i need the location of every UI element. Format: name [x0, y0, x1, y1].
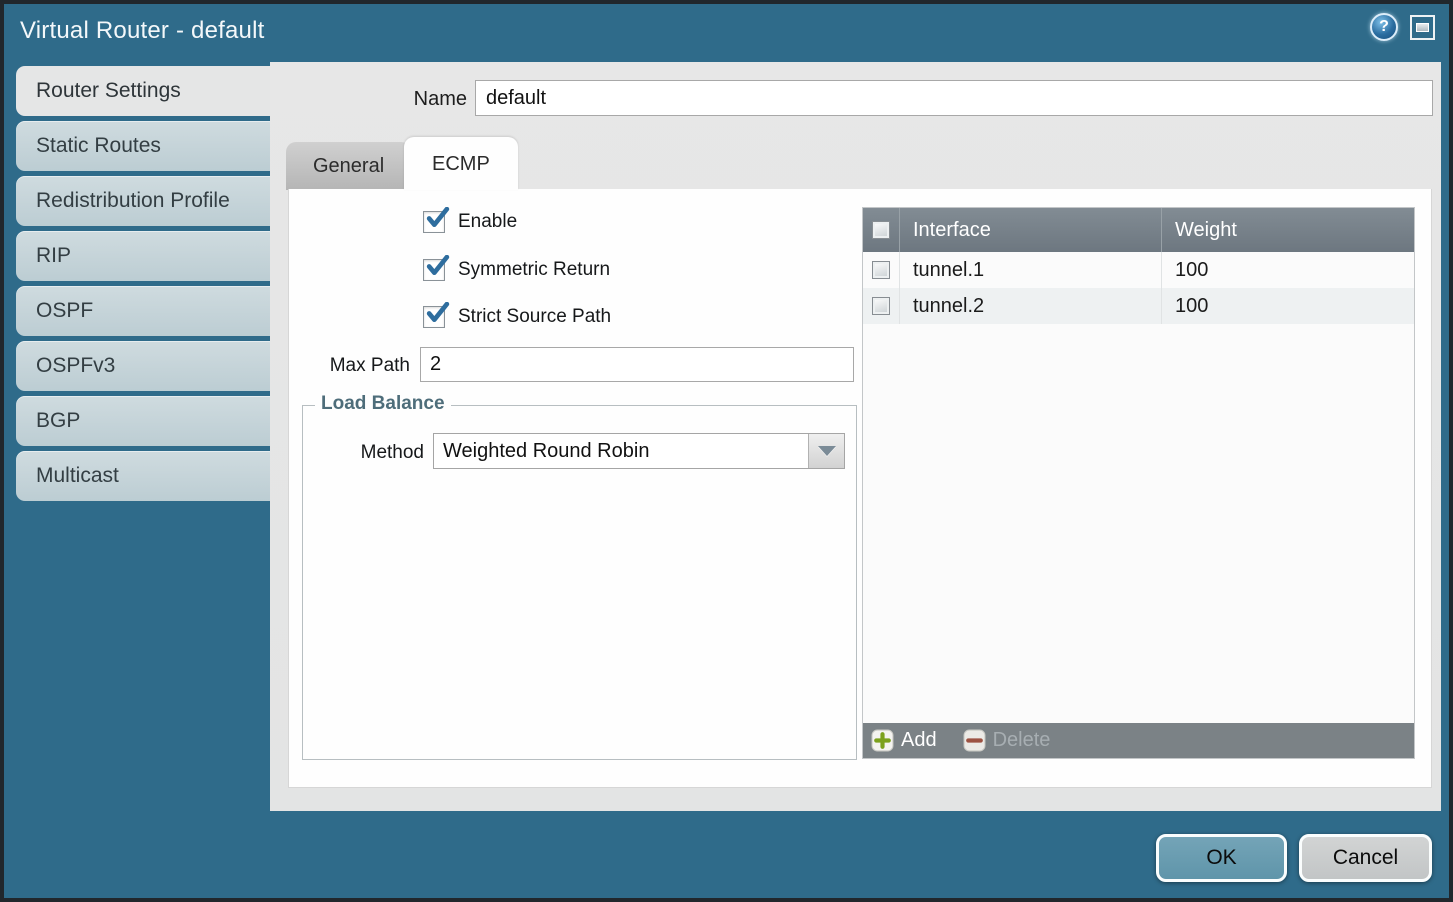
sidebar-item-redistribution-profile[interactable]: Redistribution Profile: [16, 176, 270, 226]
name-input[interactable]: [475, 80, 1433, 116]
row-checkbox[interactable]: [872, 297, 890, 315]
cancel-button[interactable]: Cancel: [1299, 834, 1432, 882]
row-checkbox-cell: [863, 288, 899, 324]
table-row[interactable]: tunnel.2 100: [863, 288, 1414, 324]
strict-source-path-label: Strict Source Path: [458, 306, 611, 328]
strict-source-path-checkbox[interactable]: [423, 306, 445, 328]
checkbox-checked-icon: [425, 255, 450, 280]
symmetric-return-row: Symmetric Return: [423, 259, 610, 281]
delete-button-label: Delete: [993, 729, 1051, 752]
titlebar: Virtual Router - default ?: [4, 4, 1449, 62]
sidebar-item-ospfv3[interactable]: OSPFv3: [16, 341, 270, 391]
interface-cell: tunnel.2: [899, 288, 1161, 324]
add-button[interactable]: Add: [871, 729, 937, 752]
content-area: Name General ECMP Enable Symmetric Retur…: [270, 62, 1441, 811]
interface-column-header: Interface: [899, 208, 1161, 252]
symmetric-return-label: Symmetric Return: [458, 259, 610, 281]
method-label: Method: [303, 442, 424, 464]
weight-column-header: Weight: [1161, 208, 1414, 252]
sidebar-item-bgp[interactable]: BGP: [16, 396, 270, 446]
table-toolbar: Add Delete: [863, 723, 1414, 758]
window-icon[interactable]: [1410, 15, 1435, 40]
enable-checkbox[interactable]: [423, 211, 445, 233]
max-path-input[interactable]: [420, 347, 854, 382]
weight-cell: 100: [1161, 252, 1414, 288]
checkbox-checked-icon: [425, 207, 450, 232]
delete-icon: [963, 729, 986, 752]
ok-button[interactable]: OK: [1156, 834, 1287, 882]
sidebar-item-rip[interactable]: RIP: [16, 231, 270, 281]
window-icon-inner: [1416, 23, 1429, 32]
method-dropdown[interactable]: Weighted Round Robin: [433, 433, 845, 469]
tab-general[interactable]: General: [286, 142, 411, 190]
tab-ecmp[interactable]: ECMP: [404, 137, 518, 190]
delete-button[interactable]: Delete: [963, 729, 1051, 752]
table-empty-area: [863, 324, 1414, 723]
sidebar-item-static-routes[interactable]: Static Routes: [16, 121, 270, 171]
help-icon[interactable]: ?: [1370, 13, 1398, 41]
interface-cell: tunnel.1: [899, 252, 1161, 288]
weight-cell: 100: [1161, 288, 1414, 324]
symmetric-return-checkbox[interactable]: [423, 259, 445, 281]
help-icon-glyph: ?: [1379, 18, 1389, 36]
dialog-title: Virtual Router - default: [20, 17, 264, 45]
method-selected-value: Weighted Round Robin: [443, 434, 649, 468]
chevron-down-icon: [818, 446, 836, 456]
row-checkbox[interactable]: [872, 261, 890, 279]
table-row[interactable]: tunnel.1 100: [863, 252, 1414, 288]
enable-label: Enable: [458, 211, 517, 233]
method-dropdown-button[interactable]: [808, 434, 844, 468]
max-path-label: Max Path: [289, 355, 410, 377]
add-icon: [871, 729, 894, 752]
ecmp-panel: Enable Symmetric Return Strict Source Pa…: [288, 189, 1432, 788]
load-balance-legend: Load Balance: [315, 393, 451, 415]
row-checkbox-cell: [863, 252, 899, 288]
name-label: Name: [270, 88, 467, 111]
add-button-label: Add: [901, 729, 937, 752]
select-all-checkbox[interactable]: [872, 221, 890, 239]
checkbox-checked-icon: [425, 302, 450, 327]
table-header-checkbox-cell: [863, 208, 899, 252]
sidebar-item-multicast[interactable]: Multicast: [16, 451, 270, 501]
sidebar-item-ospf[interactable]: OSPF: [16, 286, 270, 336]
interface-weight-table: Interface Weight tunnel.1 100 tunnel.2 1…: [862, 207, 1415, 759]
virtual-router-dialog: Virtual Router - default ? Router Settin…: [0, 0, 1453, 902]
strict-source-path-row: Strict Source Path: [423, 306, 611, 328]
titlebar-icons: ?: [1370, 13, 1435, 41]
sidebar: Router Settings Static Routes Redistribu…: [8, 66, 270, 506]
table-header-row: Interface Weight: [863, 208, 1414, 252]
enable-row: Enable: [423, 211, 517, 233]
sidebar-item-router-settings[interactable]: Router Settings: [16, 66, 270, 116]
load-balance-group: Load Balance Method Weighted Round Robin: [302, 405, 857, 760]
